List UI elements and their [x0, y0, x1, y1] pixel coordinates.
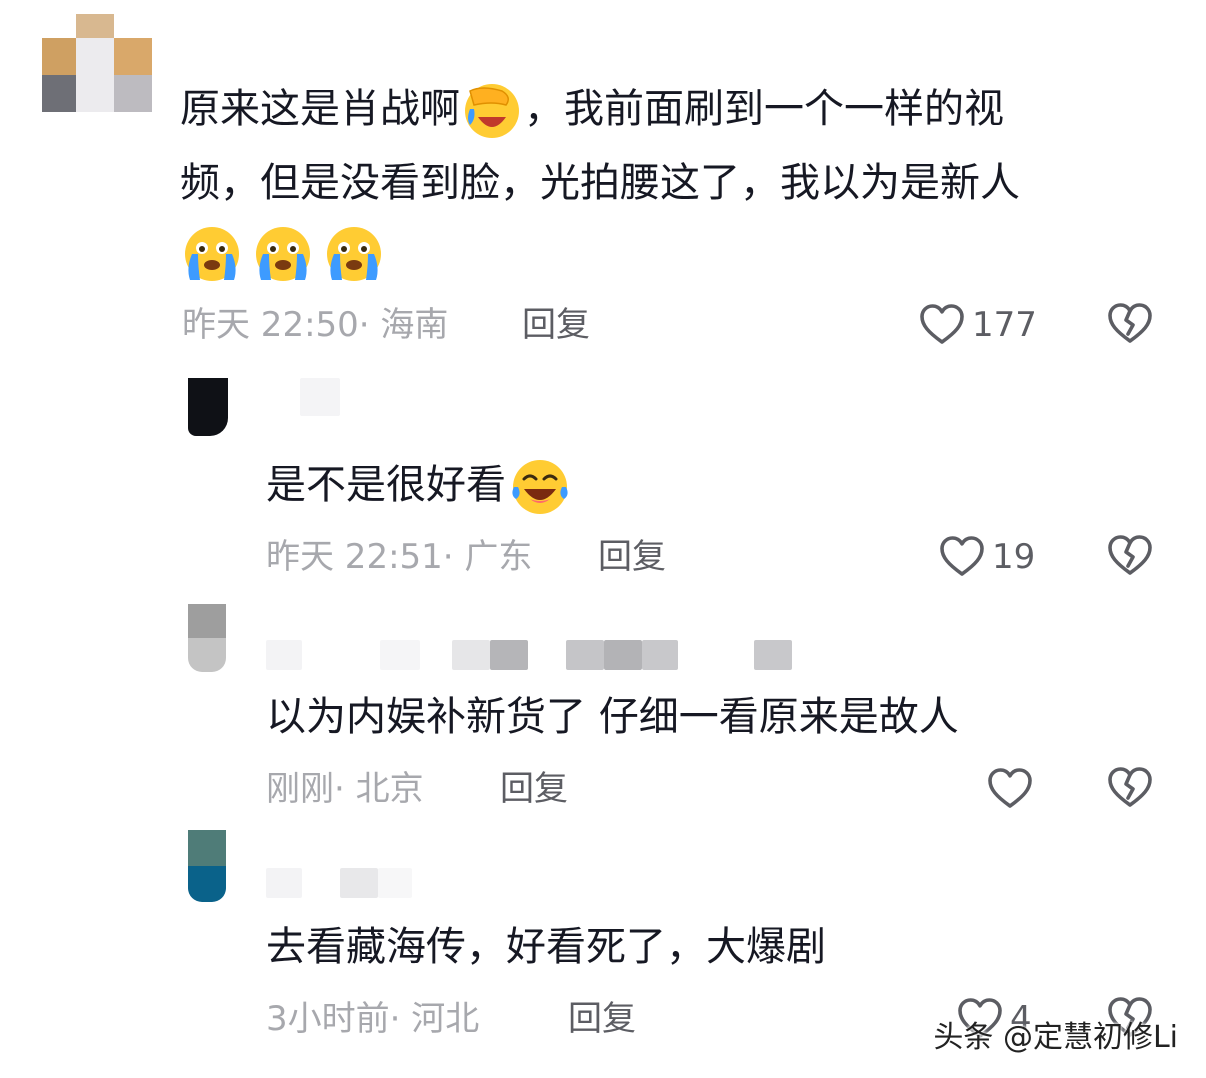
broken-heart-icon [1106, 764, 1154, 812]
crying-emoji-icon [182, 224, 242, 284]
reply-button[interactable]: 回复 [598, 532, 666, 582]
comment-text: 去看藏海传，好看死了，大爆剧 [266, 924, 826, 970]
crying-emoji-icon [324, 224, 384, 284]
dislike-button[interactable] [1106, 300, 1156, 350]
like-button[interactable]: 19 [938, 532, 1035, 582]
dislike-button[interactable] [1106, 532, 1156, 582]
comment-meta: 刚刚· 北京 [266, 764, 424, 814]
avatar[interactable] [188, 604, 228, 672]
comment-meta: 昨天 22:51· 广东 [266, 532, 532, 582]
location: · 北京 [334, 769, 424, 809]
broken-heart-icon [1106, 532, 1154, 580]
timestamp: 3小时前 [266, 999, 390, 1039]
avatar[interactable] [42, 14, 152, 112]
facepalm-emoji-icon [462, 81, 522, 141]
broken-heart-icon [1106, 300, 1154, 348]
crying-emoji-icon [253, 224, 313, 284]
laughing-tears-emoji-icon [508, 457, 572, 517]
reply-button[interactable]: 回复 [568, 994, 636, 1044]
heart-outline-icon [918, 301, 966, 349]
like-count: 19 [992, 537, 1036, 577]
like-button[interactable] [986, 764, 1040, 814]
timestamp: 刚刚 [266, 769, 334, 809]
location: · 广东 [442, 537, 533, 577]
location: · 河北 [389, 999, 480, 1039]
timestamp: 昨天 22:51 [266, 537, 443, 577]
comment-text: 是不是很好看 [266, 448, 574, 522]
username-blurred[interactable] [300, 378, 340, 416]
emoji-row [182, 224, 388, 284]
location: · 海南 [358, 305, 449, 345]
like-button[interactable]: 177 [918, 300, 1037, 350]
comment-text-line2: 频，但是没看到脸，光拍腰这了，我以为是新人 [180, 160, 1020, 206]
comment-text: 以为内娱补新货了 仔细一看原来是故人 [266, 694, 959, 740]
dislike-button[interactable] [1106, 764, 1156, 814]
comment-text-part: 是不是很好看 [266, 462, 506, 508]
timestamp: 昨天 22:50 [182, 305, 359, 345]
comment-meta: 昨天 22:50· 海南 [182, 300, 448, 350]
comment-text: 原来这是肖战啊 ，我前面刷到一个一样的视 [180, 72, 1004, 146]
heart-outline-icon [986, 765, 1034, 813]
comment-meta: 3小时前· 河北 [266, 994, 479, 1044]
avatar[interactable] [188, 378, 232, 440]
reply-button[interactable]: 回复 [500, 764, 568, 814]
watermark: 头条 @定慧初修Li [933, 1020, 1178, 1055]
like-count: 177 [972, 305, 1037, 345]
avatar[interactable] [188, 830, 228, 902]
heart-outline-icon [938, 533, 986, 581]
comment-text-part: 原来这是肖战啊 [180, 86, 460, 132]
comment-text-part: ，我前面刷到一个一样的视 [524, 86, 1004, 132]
reply-button[interactable]: 回复 [522, 300, 590, 350]
